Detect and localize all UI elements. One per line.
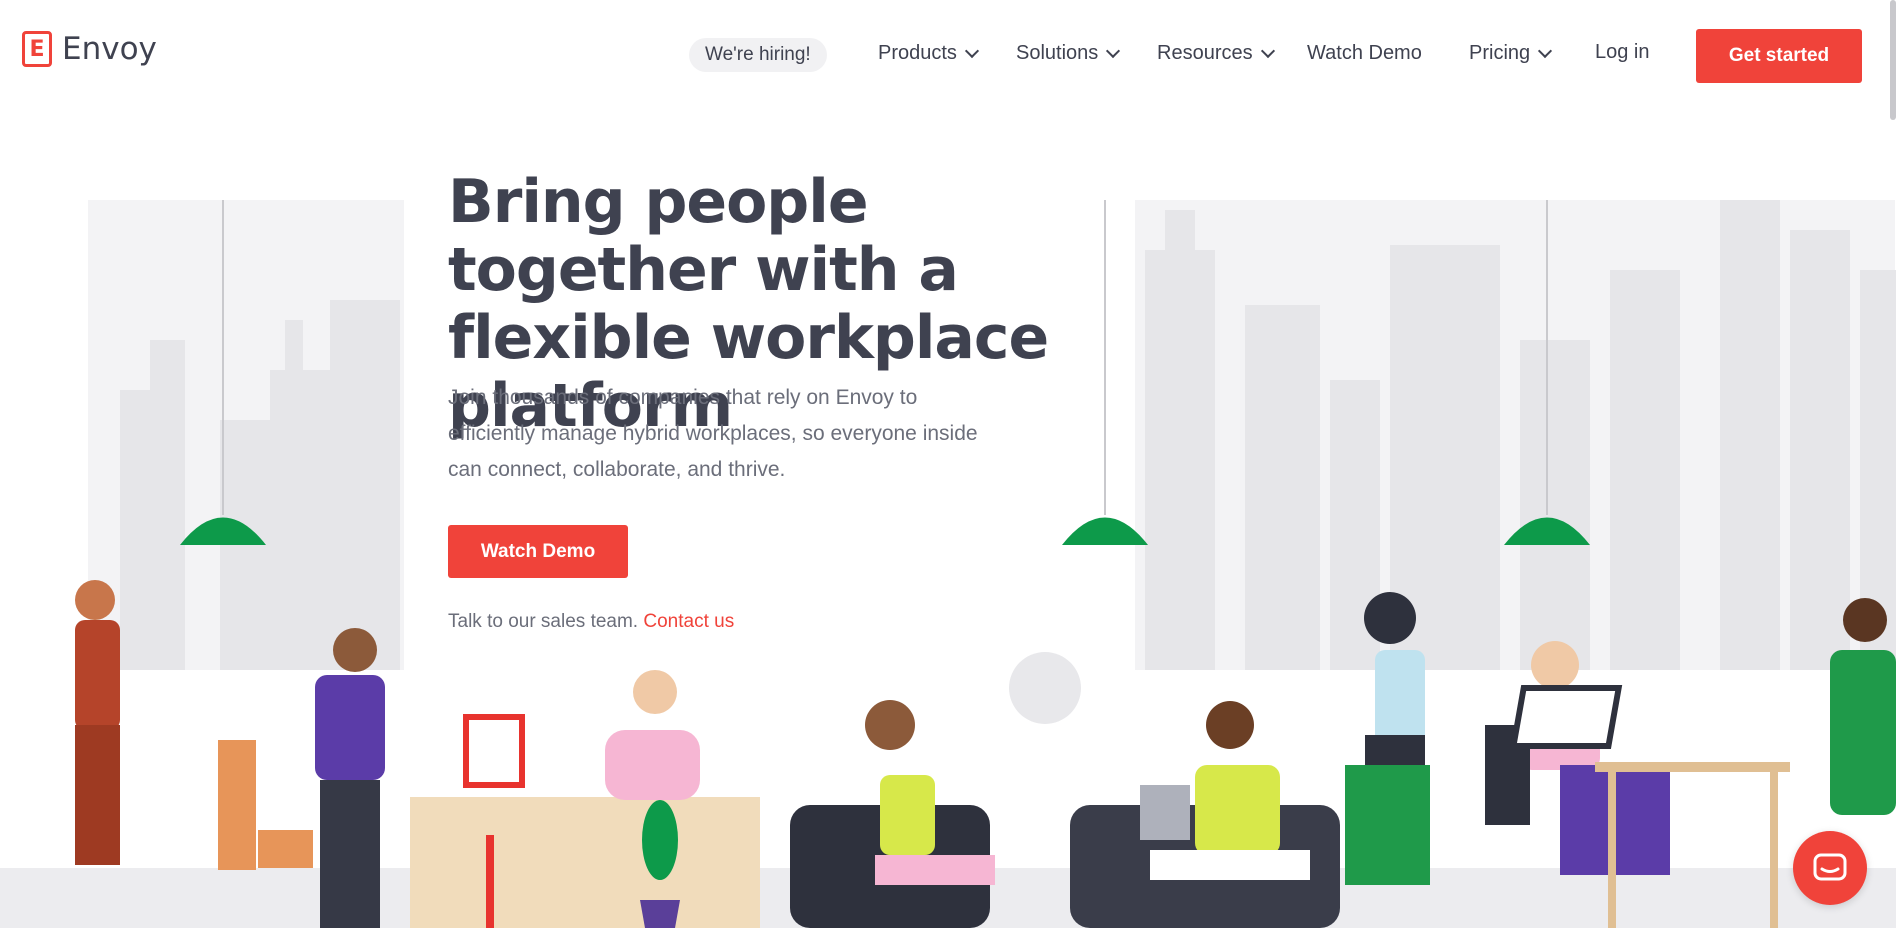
chevron-down-icon bbox=[1106, 43, 1121, 59]
nav-login[interactable]: Log in bbox=[1595, 41, 1650, 64]
chevron-down-icon bbox=[964, 43, 980, 59]
checkin-sign bbox=[463, 714, 525, 788]
person-desk bbox=[1485, 641, 1670, 875]
chevron-down-icon bbox=[1260, 43, 1275, 59]
watch-demo-button[interactable]: Watch Demo bbox=[448, 525, 628, 578]
get-started-button[interactable]: Get started bbox=[1696, 29, 1862, 83]
chat-bubble-icon bbox=[1813, 853, 1847, 881]
person-waving bbox=[315, 628, 385, 928]
nav-resources-label: Resources bbox=[1157, 42, 1253, 64]
nav-watch-demo-label: Watch Demo bbox=[1307, 42, 1422, 64]
nav-products-label: Products bbox=[878, 42, 957, 64]
logo-text: Envoy bbox=[62, 31, 157, 67]
sales-text: Talk to our sales team. bbox=[448, 611, 639, 632]
nav-products[interactable]: Products bbox=[878, 42, 980, 65]
top-header: E Envoy We're hiring! Products Solutions… bbox=[0, 0, 1896, 100]
person-laptop-left bbox=[865, 700, 995, 885]
nav-login-label: Log in bbox=[1595, 41, 1650, 63]
logo-mark-icon: E bbox=[22, 31, 52, 67]
nav-solutions[interactable]: Solutions bbox=[1016, 42, 1121, 65]
nav-pricing[interactable]: Pricing bbox=[1469, 42, 1553, 65]
hiring-badge[interactable]: We're hiring! bbox=[689, 38, 827, 72]
sales-line: Talk to our sales team. Contact us bbox=[448, 611, 734, 633]
nav-pricing-label: Pricing bbox=[1469, 42, 1531, 64]
page-scrollbar[interactable] bbox=[1890, 0, 1896, 120]
chat-launcher-button[interactable] bbox=[1793, 831, 1867, 905]
chevron-down-icon bbox=[1538, 43, 1553, 59]
nav-solutions-label: Solutions bbox=[1016, 42, 1099, 64]
envoy-logo[interactable]: E Envoy bbox=[22, 31, 157, 67]
wall-clock bbox=[1009, 652, 1081, 724]
hero-subtitle: Join thousands of companies that rely on… bbox=[448, 386, 978, 481]
reception-desk bbox=[410, 797, 760, 928]
nav-watch-demo[interactable]: Watch Demo bbox=[1307, 42, 1422, 65]
nav-resources[interactable]: Resources bbox=[1157, 42, 1275, 65]
person-laptop-right bbox=[1140, 701, 1310, 880]
person-receptionist bbox=[605, 670, 700, 800]
contact-us-link[interactable]: Contact us bbox=[643, 611, 734, 632]
